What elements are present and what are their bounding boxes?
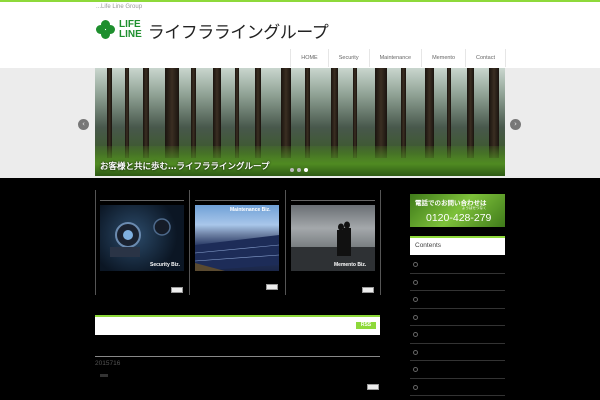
nav-item-home[interactable]: HOME — [290, 49, 328, 67]
circle-bullet-icon — [413, 297, 418, 302]
nav-item-memento[interactable]: Memento — [421, 49, 465, 67]
tree-trunk — [165, 68, 179, 158]
contents-list-item[interactable] — [410, 256, 505, 274]
tree-trunk — [213, 68, 221, 158]
slider-dot-active[interactable] — [304, 168, 308, 172]
tree-trunk — [107, 68, 112, 158]
circle-bullet-icon — [413, 314, 418, 320]
slide-caption: お客様と共に歩む…ライフラライングループ — [100, 162, 270, 172]
card-label-maintenance: Maintenance Biz. — [230, 207, 271, 213]
contents-list-item[interactable] — [410, 309, 505, 326]
contents-list-item[interactable] — [410, 344, 505, 361]
tree-trunk — [305, 68, 310, 158]
news-item-link[interactable] — [100, 374, 108, 377]
circle-bullet-icon — [413, 384, 418, 390]
slider-dot[interactable] — [297, 168, 301, 172]
circle-bullet-icon — [413, 279, 418, 285]
tree-trunk — [489, 68, 499, 158]
card-label-memento: Memento Biz. — [334, 262, 367, 268]
tree-trunk — [235, 68, 239, 158]
card-rule — [100, 200, 184, 201]
card-label-security: Security Biz. — [150, 262, 181, 268]
site-header: ...Life Line Group LIFE LINE ライフラライングループ… — [0, 2, 600, 68]
tree-trunk — [191, 68, 196, 158]
contents-heading: Contents — [410, 236, 505, 255]
clover-logo-icon — [96, 20, 116, 40]
contents-list-item[interactable] — [410, 274, 505, 291]
solar-panel-image — [195, 235, 279, 271]
card-more-button[interactable] — [362, 287, 374, 293]
site-logo[interactable]: LIFE LINE ライフラライングループ — [96, 18, 329, 43]
rss-button[interactable]: RSS — [356, 322, 376, 329]
contact-subtitle: ようばせつなく — [462, 206, 487, 210]
chevron-left-icon[interactable]: ‹ — [78, 119, 89, 130]
contact-phone-number: 0120-428-279 — [426, 212, 492, 224]
news-date: 2015716 — [95, 360, 121, 367]
news-divider — [95, 356, 380, 357]
tree-trunk — [375, 68, 387, 158]
card-divider — [95, 190, 96, 295]
card-more-button[interactable] — [266, 284, 278, 290]
phone-contact-banner[interactable]: 電話でのお問い合わせは ようばせつなく 0120-428-279 — [410, 194, 505, 227]
logo-japanese: ライフラライングループ — [147, 22, 329, 43]
contents-list-item[interactable] — [410, 291, 505, 309]
card-rule — [291, 200, 375, 201]
tree-trunk — [425, 68, 434, 158]
card-divider — [285, 190, 286, 295]
news-more-button[interactable] — [367, 384, 379, 390]
circle-bullet-icon — [413, 262, 418, 267]
nav-item-contact[interactable]: Contact — [465, 49, 506, 67]
nav-item-maintenance[interactable]: Maintenance — [368, 49, 422, 67]
contents-list-item[interactable] — [410, 379, 505, 396]
chevron-right-icon[interactable]: › — [510, 119, 521, 130]
nav-item-security[interactable]: Security — [327, 49, 369, 67]
tree-trunk — [281, 68, 291, 158]
slider-dot[interactable] — [290, 168, 294, 172]
circle-bullet-icon — [413, 332, 418, 337]
tree-trunk — [255, 68, 261, 158]
contents-list-item[interactable] — [410, 326, 505, 344]
card-rule — [195, 200, 279, 201]
tree-trunk — [125, 68, 129, 158]
logo-english: LIFE LINE — [119, 19, 142, 40]
circle-bullet-icon — [413, 367, 418, 372]
tree-trunk — [467, 68, 474, 158]
card-divider — [380, 190, 381, 295]
main-nav: HOME Security Maintenance Memento Contac… — [290, 49, 506, 67]
circle-bullet-icon — [413, 349, 418, 355]
tree-trunk — [353, 68, 357, 158]
tree-trunk — [447, 68, 451, 158]
card-divider — [189, 190, 190, 295]
tree-trunk — [401, 68, 406, 158]
news-header-bar — [95, 315, 380, 335]
contents-list-item[interactable] — [410, 361, 505, 379]
tree-trunk — [331, 68, 338, 158]
contents-list — [410, 256, 505, 396]
card-more-button[interactable] — [171, 287, 183, 293]
card-image-maintenance[interactable] — [195, 205, 279, 271]
site-tagline: ...Life Line Group — [96, 4, 143, 10]
tree-trunk — [143, 68, 149, 158]
slider-dots — [290, 168, 308, 172]
